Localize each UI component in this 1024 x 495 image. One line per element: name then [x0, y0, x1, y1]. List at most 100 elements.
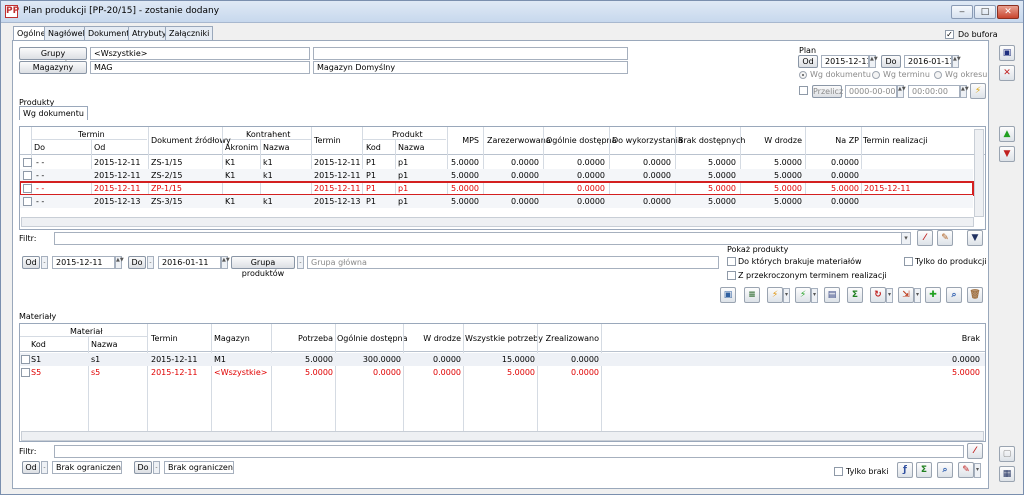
- list-icon[interactable]: ≡: [744, 287, 760, 303]
- generate-icon[interactable]: ▣: [720, 287, 736, 303]
- maximize-button[interactable]: □: [974, 5, 996, 19]
- document-icon[interactable]: ▤: [824, 287, 840, 303]
- col-m-magazyn[interactable]: Magazyn: [214, 334, 250, 343]
- col-kontrahent-nazwa[interactable]: Nazwa: [263, 143, 290, 152]
- close-button[interactable]: ✕: [997, 5, 1019, 19]
- col-m-nazwa[interactable]: Nazwa: [91, 340, 118, 349]
- col-dokument[interactable]: Dokument źródłowy: [151, 136, 231, 145]
- plan-do-spinner[interactable]: ▲▼: [952, 55, 961, 68]
- row-checkbox[interactable]: [21, 355, 30, 364]
- filter-od-spinner[interactable]: ▲▼: [115, 256, 124, 269]
- row-checkbox[interactable]: [23, 171, 32, 180]
- tylko-braki-checkbox[interactable]: [834, 467, 843, 476]
- plan-do-date[interactable]: 2016-01-11: [904, 55, 952, 68]
- expand-filter-icon[interactable]: ▼: [967, 230, 983, 246]
- grupy-value-field[interactable]: <Wszystkie>: [90, 47, 310, 60]
- do-bufora-checkbox[interactable]: ✓: [945, 30, 954, 39]
- filter-do-button[interactable]: Do: [128, 256, 146, 269]
- search-icon[interactable]: ⌕: [946, 287, 962, 303]
- edit-dropdown[interactable]: ▾: [974, 463, 981, 478]
- filter-od-minus[interactable]: -: [41, 256, 48, 269]
- move-down-icon[interactable]: ▼: [999, 146, 1015, 162]
- radio-wg-okresu[interactable]: [934, 71, 942, 79]
- col-m-wszystkie[interactable]: Wszystkie potrzeby: [465, 334, 543, 343]
- przelicz-time[interactable]: 00:00:00: [908, 85, 960, 98]
- przelicz-date[interactable]: 0000-00-00: [845, 85, 897, 98]
- row-checkbox[interactable]: [23, 184, 32, 193]
- magazyny-button[interactable]: Magazyny: [19, 61, 87, 74]
- bottom-od-button[interactable]: Od: [22, 461, 40, 474]
- minimize-button[interactable]: ‒: [951, 5, 973, 19]
- col-na-zp[interactable]: Na ZP: [806, 136, 859, 145]
- edit-icon[interactable]: ✎: [958, 462, 974, 478]
- row-checkbox[interactable]: [23, 197, 32, 206]
- add-icon[interactable]: ✚: [925, 287, 941, 303]
- magazyn-code-field[interactable]: MAG: [90, 61, 310, 74]
- sum-icon[interactable]: Σ: [847, 287, 863, 303]
- lock-icon[interactable]: ▢: [999, 446, 1015, 462]
- col-ogolnie-dostepna[interactable]: Ogólnie dostępna: [546, 136, 617, 145]
- plan-od-date[interactable]: 2015-12-11: [821, 55, 869, 68]
- lightning-green-icon[interactable]: ⚡: [795, 287, 811, 303]
- materialy-hscrollbar[interactable]: [21, 431, 984, 441]
- col-m-kod[interactable]: Kod: [31, 340, 46, 349]
- close-icon[interactable]: ✕: [999, 65, 1015, 81]
- tylko-do-produkcji-checkbox[interactable]: [904, 257, 913, 266]
- plan-od-button[interactable]: Od: [798, 55, 818, 68]
- subtab-wg-dokumentu[interactable]: Wg dokumentu: [19, 106, 88, 120]
- col-akronim[interactable]: Akronim: [225, 143, 258, 152]
- col-m-ogolnie[interactable]: Ogólnie dostępna: [337, 334, 408, 343]
- grupa-glowna-field[interactable]: Grupa główna: [307, 256, 719, 269]
- formula-icon[interactable]: ƒ: [897, 462, 913, 478]
- bottom-do-value[interactable]: Brak ograniczenia: [164, 461, 234, 474]
- import-dropdown[interactable]: ▾: [914, 288, 921, 303]
- przelicz-button[interactable]: Przelicz: [812, 85, 843, 98]
- grupa-minus[interactable]: -: [297, 256, 304, 269]
- save-icon[interactable]: ▣: [999, 45, 1015, 61]
- row-checkbox[interactable]: [23, 158, 32, 167]
- col-brak-dostepnych[interactable]: Brak dostępnych: [678, 136, 745, 145]
- przelicz-checkbox[interactable]: [799, 86, 808, 95]
- import-icon[interactable]: ⇲: [898, 287, 914, 303]
- row-checkbox[interactable]: [21, 368, 30, 377]
- lightning-dropdown[interactable]: ▾: [783, 288, 790, 303]
- col-m-zrealizowano[interactable]: Zrealizowano: [539, 334, 599, 343]
- clear-bottom-filter-icon[interactable]: ⁄: [967, 443, 983, 459]
- do-ktorych-brakuje-checkbox[interactable]: [727, 257, 736, 266]
- plan-od-spinner[interactable]: ▲▼: [869, 55, 878, 68]
- col-m-potrzeba[interactable]: Potrzeba: [273, 334, 333, 343]
- filter-do-date[interactable]: 2016-01-11: [158, 256, 221, 269]
- filtr-dropdown[interactable]: ▾: [901, 232, 911, 245]
- col-zarezerwowana[interactable]: Zarezerwowana: [487, 136, 551, 145]
- col-mps[interactable]: MPS: [450, 136, 479, 145]
- col-do[interactable]: Do: [34, 143, 45, 152]
- bottom-od-value[interactable]: Brak ograniczenia: [52, 461, 122, 474]
- bottom-do-minus[interactable]: -: [153, 461, 160, 474]
- move-up-icon[interactable]: ▲: [999, 126, 1015, 142]
- delete-icon[interactable]: 🗑: [967, 287, 983, 303]
- col-m-wdrodze[interactable]: W drodze: [405, 334, 461, 343]
- col-produkt-nazwa[interactable]: Nazwa: [398, 143, 425, 152]
- col-m-brak[interactable]: Brak: [920, 334, 980, 343]
- produkty-vscrollbar[interactable]: [974, 129, 984, 217]
- przelicz-date-spinner[interactable]: ▲▼: [897, 85, 906, 98]
- search-icon[interactable]: ⌕: [937, 462, 953, 478]
- bottom-filtr-input[interactable]: [54, 445, 964, 458]
- filtr-input[interactable]: [54, 232, 904, 245]
- z-przekroczonym-checkbox[interactable]: [727, 271, 736, 280]
- radio-wg-terminu[interactable]: [872, 71, 880, 79]
- col-kod[interactable]: Kod: [366, 143, 381, 152]
- refresh-icon[interactable]: ↻: [870, 287, 886, 303]
- clear-filter-icon[interactable]: ⁄: [917, 230, 933, 246]
- plan-do-button[interactable]: Do: [881, 55, 901, 68]
- bottom-od-minus[interactable]: -: [41, 461, 48, 474]
- filter-do-spinner[interactable]: ▲▼: [221, 256, 230, 269]
- col-w-drodze[interactable]: W drodze: [740, 136, 802, 145]
- sum-icon[interactable]: Σ: [916, 462, 932, 478]
- calculator-icon[interactable]: ▦: [999, 466, 1015, 482]
- bottom-do-button[interactable]: Do: [134, 461, 152, 474]
- produkty-hscrollbar[interactable]: [21, 217, 974, 227]
- filter-od-button[interactable]: Od: [22, 256, 40, 269]
- filter-do-minus[interactable]: -: [147, 256, 154, 269]
- filter-builder-icon[interactable]: ✎: [937, 230, 953, 246]
